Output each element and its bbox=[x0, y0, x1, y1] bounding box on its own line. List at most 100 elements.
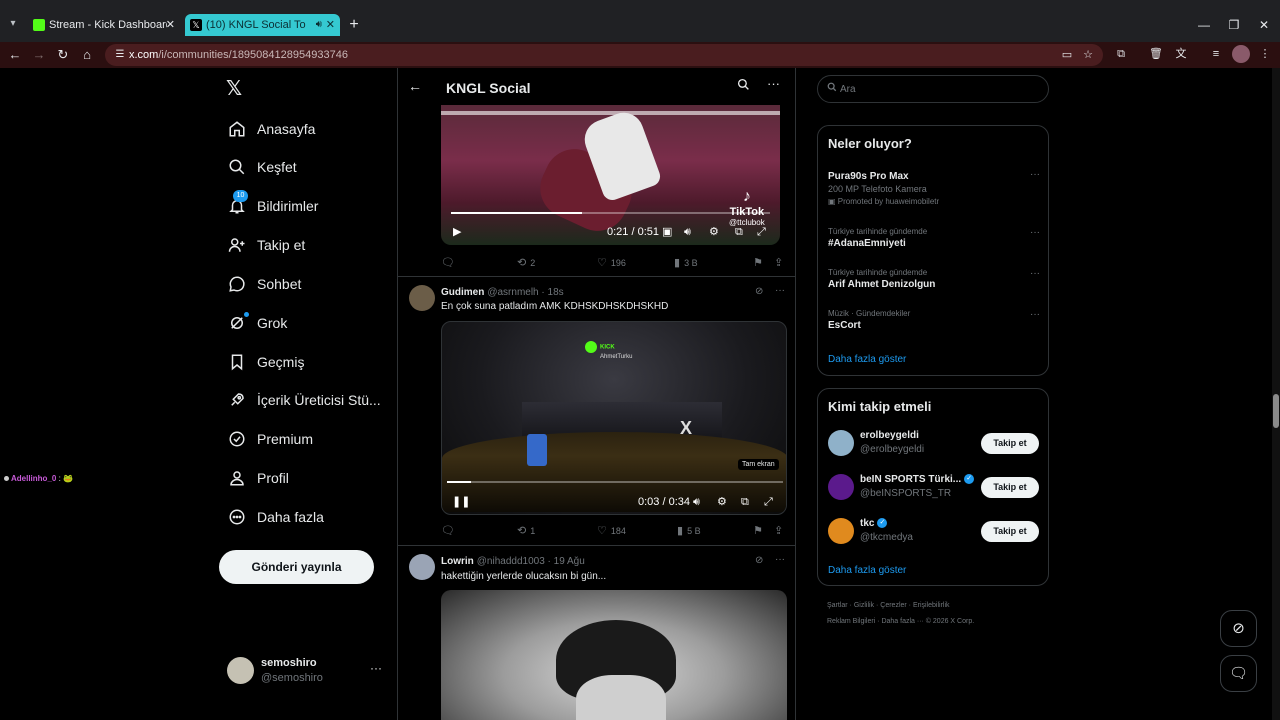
grok-explain-icon[interactable]: ⊘ bbox=[755, 286, 763, 297]
tab-kngl-social[interactable]: 𝕏 (10) KNGL Social Topluluk 🔊︎ ✕ bbox=[185, 14, 340, 36]
post-more-icon[interactable]: ··· bbox=[775, 285, 785, 296]
close-window-button[interactable]: ✕ bbox=[1254, 16, 1274, 34]
follow-button[interactable]: Takip et bbox=[981, 521, 1039, 542]
repost-button[interactable]: ⟲ 1 bbox=[517, 524, 535, 537]
grok-explain-icon[interactable]: ⊘ bbox=[755, 555, 763, 566]
footer-links[interactable]: Reklam Bilgileri · Daha fazla ··· © 2026… bbox=[827, 618, 974, 625]
x-logo-icon[interactable]: 𝕏 bbox=[226, 79, 246, 99]
volume-icon[interactable]: 🔊︎ bbox=[693, 495, 700, 509]
search-input[interactable] bbox=[840, 80, 1040, 98]
nav-explore[interactable]: Keşfet bbox=[226, 155, 297, 179]
trend-more-icon[interactable]: ··· bbox=[1030, 268, 1040, 279]
reply-button[interactable]: 🗨︎ bbox=[441, 256, 459, 269]
nav-follow[interactable]: Takip et bbox=[226, 233, 305, 257]
address-bar[interactable]: ☰ x.com/i/communities/189508412895493374… bbox=[105, 44, 1103, 66]
like-button[interactable]: ♡ 184 bbox=[597, 524, 626, 537]
pause-icon[interactable]: ❚❚ bbox=[452, 495, 470, 509]
bookmark-star-icon[interactable]: ☆ bbox=[1080, 47, 1096, 63]
messages-fab-button[interactable]: 🗨︎ bbox=[1220, 655, 1257, 692]
trend-item[interactable]: Pura90s Pro Max 200 MP Telefoto Kamera ▣… bbox=[828, 169, 1040, 206]
post-button[interactable]: Gönderi yayınla bbox=[219, 550, 374, 584]
scrollbar-thumb[interactable] bbox=[1273, 394, 1279, 428]
captions-icon[interactable]: ▣ bbox=[662, 225, 672, 239]
fullscreen-icon[interactable]: ⤢ bbox=[764, 495, 773, 509]
nav-notifications[interactable]: 10 Bildirimler bbox=[226, 190, 318, 218]
account-more-icon[interactable]: ··· bbox=[370, 661, 382, 675]
nav-bookmarks[interactable]: Geçmiş bbox=[226, 350, 304, 374]
site-info-icon[interactable]: ☰ bbox=[113, 48, 127, 62]
trend-more-icon[interactable]: ··· bbox=[1030, 169, 1040, 180]
like-button[interactable]: ♡ 196 bbox=[597, 256, 626, 269]
nav-more[interactable]: Daha fazla bbox=[226, 505, 324, 529]
avatar[interactable] bbox=[409, 554, 435, 580]
video-progress-bar[interactable] bbox=[447, 481, 783, 483]
bookmark-button[interactable]: ⚑ bbox=[753, 524, 763, 537]
post-author[interactable]: Lowrin @nihaddd1003 · 19 Ağu bbox=[441, 556, 585, 567]
settings-gear-icon[interactable]: ⚙ bbox=[717, 495, 727, 509]
views-button[interactable]: ▮ 5 B bbox=[677, 524, 701, 537]
follow-suggestion[interactable]: beIN SPORTS Türki... ✓ @beINSPORTS_TR Tak… bbox=[828, 472, 1040, 502]
nav-creator-studio[interactable]: İçerik Üreticisi Stü... bbox=[226, 388, 381, 412]
new-tab-button[interactable]: + bbox=[346, 16, 362, 34]
page-scrollbar[interactable] bbox=[1272, 68, 1280, 720]
nav-home[interactable]: Anasayfa bbox=[226, 117, 315, 141]
settings-gear-icon[interactable]: ⚙ bbox=[709, 225, 719, 239]
browser-menu-icon[interactable]: ⋮ bbox=[1256, 45, 1274, 63]
pip-icon[interactable]: ⧉ bbox=[741, 495, 749, 509]
tab-close-icon[interactable]: ✕ bbox=[326, 14, 335, 36]
search-input-container[interactable] bbox=[817, 75, 1049, 103]
trend-more-icon[interactable]: ··· bbox=[1030, 309, 1040, 320]
account-switcher[interactable]: semoshiro @semoshiro ··· bbox=[227, 656, 387, 686]
nav-profile[interactable]: Profil bbox=[226, 466, 289, 490]
volume-icon[interactable]: 🔊︎ bbox=[684, 225, 691, 239]
video-progress-bar[interactable] bbox=[451, 212, 770, 214]
post-video[interactable]: ♪ TikTok @ttclubok ▶ 0:21 / 0:51 ▣ 🔊︎ ⚙ … bbox=[441, 105, 780, 245]
trends-show-more-link[interactable]: Daha fazla göster bbox=[828, 354, 906, 365]
minimize-button[interactable]: — bbox=[1194, 16, 1214, 34]
repost-button[interactable]: ⟲ 2 bbox=[517, 256, 535, 269]
nav-chat[interactable]: Sohbet bbox=[226, 272, 301, 296]
trend-item[interactable]: Türkiye tarihinde gündemde #AdanaEmniyet… bbox=[828, 227, 1040, 249]
post-media[interactable] bbox=[441, 590, 787, 720]
trend-item[interactable]: Müzik · Gündemdekiler EsCort ··· bbox=[828, 309, 1040, 331]
footer-links[interactable]: Şartlar · Gizlilik · Çerezler · Erişileb… bbox=[827, 602, 950, 609]
share-button[interactable]: ⇪ bbox=[774, 256, 783, 269]
back-icon[interactable]: ← bbox=[6, 46, 24, 64]
tab-close-icon[interactable]: ✕ bbox=[166, 14, 175, 36]
nav-grok[interactable]: Grok bbox=[226, 311, 287, 335]
follow-button[interactable]: Takip et bbox=[981, 477, 1039, 498]
maximize-button[interactable]: ❐ bbox=[1224, 16, 1244, 34]
post-video[interactable]: KICK AhmetTurku X ❚❚ 0:03 / 0:34 🔊︎ ⚙ ⧉ … bbox=[441, 321, 787, 515]
trend-item[interactable]: Türkiye tarihinde gündemde Arif Ahmet De… bbox=[828, 268, 1040, 290]
share-button[interactable]: ⇪ bbox=[774, 524, 783, 537]
fullscreen-icon[interactable]: ⤢ bbox=[757, 225, 766, 239]
trash-extension-icon[interactable]: 🗑︎ bbox=[1147, 45, 1165, 63]
search-icon[interactable] bbox=[737, 78, 750, 94]
trend-more-icon[interactable]: ··· bbox=[1030, 227, 1040, 238]
follow-button[interactable]: Takip et bbox=[981, 433, 1039, 454]
pip-icon[interactable]: ⧉ bbox=[735, 225, 743, 239]
post-more-icon[interactable]: ··· bbox=[775, 554, 785, 565]
reload-icon[interactable]: ↻ bbox=[54, 46, 72, 64]
profile-avatar[interactable] bbox=[1232, 45, 1250, 63]
play-icon[interactable]: ▶ bbox=[453, 225, 461, 239]
more-options-icon[interactable]: ··· bbox=[767, 76, 780, 91]
translate-extension-icon[interactable]: 文 bbox=[1172, 45, 1190, 63]
follow-suggestion[interactable]: tkc ✓ @tkcmedya Takip et bbox=[828, 516, 1040, 546]
nav-premium[interactable]: Premium bbox=[226, 427, 313, 451]
tab-search-icon[interactable]: ▾ bbox=[6, 17, 20, 31]
forward-icon[interactable]: → bbox=[30, 46, 48, 64]
home-icon[interactable]: ⌂ bbox=[78, 46, 96, 64]
reply-button[interactable]: 🗨︎ bbox=[441, 524, 459, 537]
bookmark-button[interactable]: ⚑ bbox=[753, 256, 763, 269]
back-arrow-icon[interactable]: ← bbox=[408, 78, 422, 94]
media-controls-icon[interactable]: ≡ bbox=[1207, 45, 1225, 63]
grok-fab-button[interactable]: ⊘ bbox=[1220, 610, 1257, 647]
extensions-icon[interactable]: ⧉ bbox=[1112, 45, 1130, 63]
views-button[interactable]: ▮ 3 B bbox=[674, 256, 698, 269]
follow-suggestion[interactable]: erolbeygeldi @erolbeygeldi Takip et bbox=[828, 428, 1040, 458]
cast-icon[interactable]: ▭ bbox=[1059, 47, 1075, 63]
speaker-icon[interactable]: 🔊︎ bbox=[316, 14, 322, 36]
tab-kick-dashboard[interactable]: Stream - Kick Dashboard ✕ bbox=[28, 14, 180, 36]
avatar[interactable] bbox=[409, 285, 435, 311]
